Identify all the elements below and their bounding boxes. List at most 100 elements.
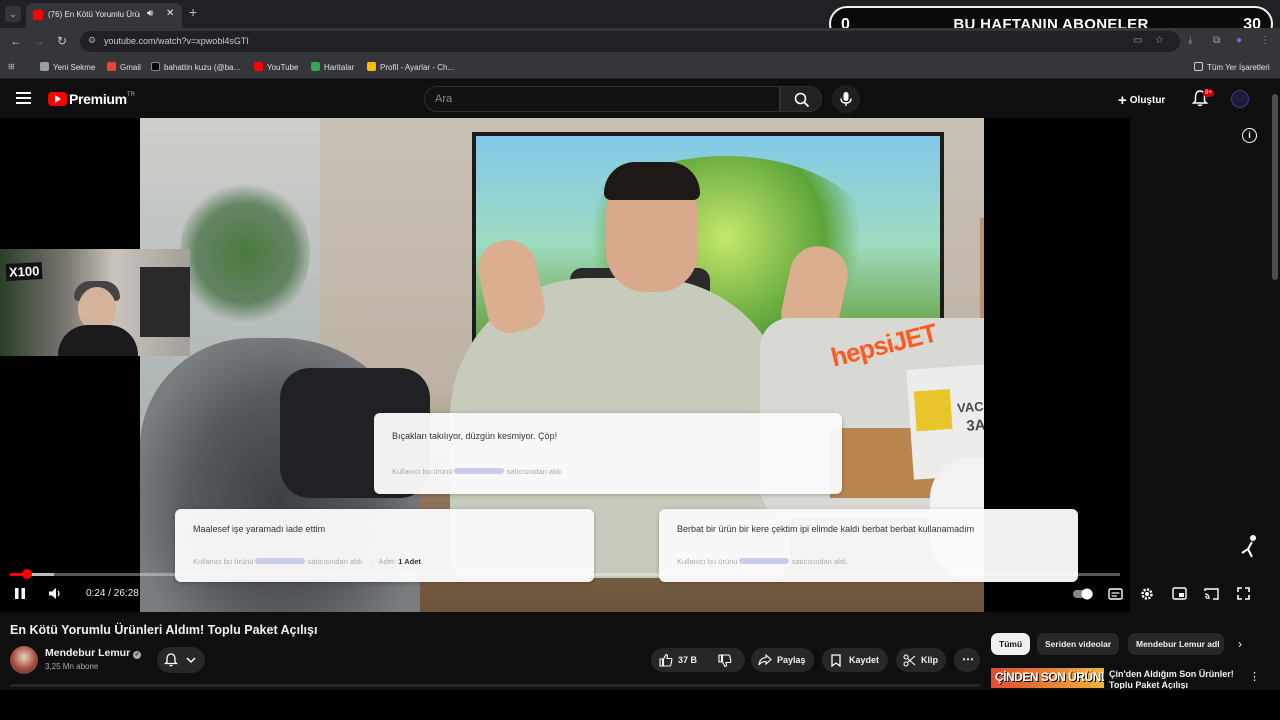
info-icon[interactable]: i bbox=[1242, 128, 1257, 143]
back-icon[interactable]: ← bbox=[10, 34, 22, 48]
more-horizontal-icon: ⋯ bbox=[962, 652, 974, 666]
progress-bar[interactable] bbox=[10, 569, 1120, 579]
share-button[interactable]: Paylaş bbox=[751, 648, 814, 672]
forward-icon[interactable]: → bbox=[33, 34, 45, 48]
youtube-icon bbox=[254, 62, 263, 71]
scrollbar-thumb[interactable] bbox=[1272, 94, 1278, 280]
x-icon bbox=[151, 62, 160, 71]
subscriber-count: 3,25 Mn abone bbox=[45, 662, 99, 671]
time-display: 0:24 / 26:28 bbox=[86, 588, 139, 599]
download-icon[interactable]: ⤓ bbox=[1188, 35, 1192, 46]
bookmark-item[interactable]: Profil - Ayarlar - Ch... bbox=[367, 62, 454, 72]
tab-close-icon[interactable]: ✕ bbox=[166, 8, 174, 19]
tab-title: (76) En Kötü Yorumlu Ürünl bbox=[48, 10, 140, 19]
create-button[interactable]: + Oluştur bbox=[1118, 92, 1165, 109]
extensions-icon[interactable]: ⧉ bbox=[1213, 35, 1220, 46]
streamer-torso bbox=[58, 325, 138, 356]
more-actions-button[interactable]: ⋯ bbox=[954, 648, 980, 672]
vacuum-bag-text: VACUUM bbox=[956, 396, 984, 416]
guide-menu-icon[interactable] bbox=[16, 92, 31, 104]
scissors-icon bbox=[903, 654, 916, 667]
page-icon bbox=[40, 62, 49, 71]
recommended-thumbnail[interactable]: ÇİNDEN SON ÜRÜNLER bbox=[991, 668, 1104, 688]
youtube-play-icon bbox=[48, 92, 67, 106]
reload-icon[interactable]: ↻ bbox=[57, 34, 67, 48]
maps-icon bbox=[311, 62, 320, 71]
chevron-down-icon bbox=[186, 657, 196, 664]
save-button[interactable]: Kaydet bbox=[822, 648, 888, 672]
chip-channel[interactable]: Mendebur Lemur adl bbox=[1128, 633, 1224, 655]
bookmark-item[interactable]: Haritalar bbox=[311, 62, 354, 72]
tab-search-button[interactable]: ⌄ bbox=[5, 6, 21, 22]
settings-gear-icon[interactable] bbox=[1140, 587, 1154, 601]
bookmark-item[interactable]: Gmail bbox=[107, 62, 141, 72]
fullscreen-icon[interactable] bbox=[1237, 587, 1250, 600]
cast-to-tv-icon[interactable] bbox=[1204, 587, 1219, 600]
star-icon[interactable]: ☆ bbox=[1155, 35, 1164, 46]
volume-icon[interactable] bbox=[48, 587, 62, 600]
review-text: Maalesef işe yaramadı iade ettim bbox=[193, 524, 326, 534]
scrubber-handle[interactable] bbox=[21, 569, 32, 579]
youtube-favicon-icon bbox=[33, 10, 43, 20]
miniplayer-icon[interactable] bbox=[1172, 587, 1187, 600]
vacuum-bag-text-2: 3AG bbox=[965, 415, 984, 435]
redacted-seller bbox=[255, 558, 306, 564]
address-bar[interactable]: ⚙︎ youtube.com/watch?v=xpwobl4sGTI bbox=[80, 31, 1180, 52]
youtube-masthead: PremiumTR +Oluştur 9+ bbox=[0, 80, 1280, 118]
webcam-logo: X100 bbox=[5, 262, 43, 281]
subscribed-bell-button[interactable] bbox=[157, 647, 205, 673]
page-scrollbar[interactable] bbox=[1270, 80, 1280, 690]
all-bookmarks[interactable]: Tüm Yer İşaretleri bbox=[1194, 62, 1270, 72]
thumbs-down-icon[interactable] bbox=[718, 654, 732, 668]
bookmark-item[interactable]: Yeni Sekme bbox=[40, 62, 95, 72]
description-box-edge bbox=[10, 684, 980, 687]
autoplay-toggle-icon[interactable] bbox=[1072, 588, 1094, 600]
cast-icon[interactable]: ▭ bbox=[1133, 35, 1142, 46]
plant-image bbox=[180, 178, 310, 328]
pause-icon[interactable] bbox=[14, 587, 26, 600]
subtitles-icon[interactable] bbox=[1108, 588, 1123, 600]
chip-series[interactable]: Seriden videolar bbox=[1037, 633, 1120, 655]
bookmark-item[interactable]: YouTube bbox=[254, 62, 298, 72]
channel-avatar[interactable] bbox=[10, 646, 38, 674]
recommended-title[interactable]: Çin'den Aldığım Son Ürünler! Toplu Paket… bbox=[1109, 669, 1239, 689]
presenter-hair bbox=[604, 162, 700, 200]
monitor-image bbox=[140, 267, 190, 337]
review-card: Maalesef işe yaramadı iade ettim Kullanı… bbox=[175, 509, 594, 582]
chrome-profile-icon bbox=[367, 62, 376, 71]
more-vertical-icon[interactable]: ⋮ bbox=[1249, 670, 1260, 683]
video-player[interactable]: hepsiJET VACUUM 3AG Bıçakları takılıyor,… bbox=[0, 118, 1250, 612]
redacted-seller bbox=[739, 558, 790, 564]
site-info-icon[interactable]: ⚙︎ bbox=[88, 35, 96, 46]
channel-name[interactable]: Mendebur Lemur ✓ bbox=[45, 647, 142, 659]
thumbnail-text: ÇİNDEN SON ÜRÜNLER bbox=[995, 670, 1104, 684]
bookmark-icon bbox=[831, 654, 841, 667]
review-text: Berbat bir ürün bir kere çektim ipi elim… bbox=[677, 524, 975, 534]
menu-icon[interactable]: ⋮ bbox=[1260, 35, 1270, 46]
voice-search-button[interactable] bbox=[832, 85, 860, 113]
account-avatar[interactable] bbox=[1231, 90, 1249, 108]
apps-icon[interactable]: ⊞ bbox=[8, 62, 15, 71]
search-input[interactable] bbox=[435, 93, 755, 105]
review-card: Bıçakları takılıyor, düzgün kesmiyor. Çö… bbox=[374, 413, 842, 494]
url-text: youtube.com/watch?v=xpwobl4sGTI bbox=[104, 36, 249, 46]
search-box bbox=[424, 86, 780, 112]
notification-badge: 9+ bbox=[1203, 89, 1214, 97]
speaker-icon[interactable]: 🔊︎ bbox=[147, 8, 153, 19]
thumbs-up-icon[interactable] bbox=[659, 653, 673, 667]
review-card: Berbat bir ürün bir kere çektim ipi elim… bbox=[659, 509, 1078, 582]
video-title: En Kötü Yorumlu Ürünleri Aldım! Toplu Pa… bbox=[10, 623, 318, 637]
review-meta: Kullanıcı bu ürünü satıcısından aldı. bbox=[392, 467, 564, 476]
search-button[interactable] bbox=[780, 86, 822, 112]
browser-tab[interactable]: (76) En Kötü Yorumlu Ürünl 🔊︎ ✕ bbox=[26, 3, 182, 28]
chevron-right-icon[interactable]: › bbox=[1238, 637, 1242, 651]
bell-icon bbox=[164, 653, 178, 667]
bookmark-item[interactable]: bahattin kuzu (@ba... bbox=[151, 62, 240, 72]
like-count[interactable]: 37 B bbox=[678, 655, 697, 665]
new-tab-button[interactable]: + bbox=[189, 4, 197, 20]
chip-all[interactable]: Tümü bbox=[991, 633, 1031, 655]
youtube-premium-logo[interactable]: PremiumTR bbox=[48, 91, 135, 109]
bookmarks-bar: ⊞ Yeni Sekme Gmail bahattin kuzu (@ba...… bbox=[0, 55, 1280, 79]
clip-button[interactable]: Klip bbox=[896, 648, 946, 672]
profile-icon[interactable]: ● bbox=[1236, 35, 1242, 46]
